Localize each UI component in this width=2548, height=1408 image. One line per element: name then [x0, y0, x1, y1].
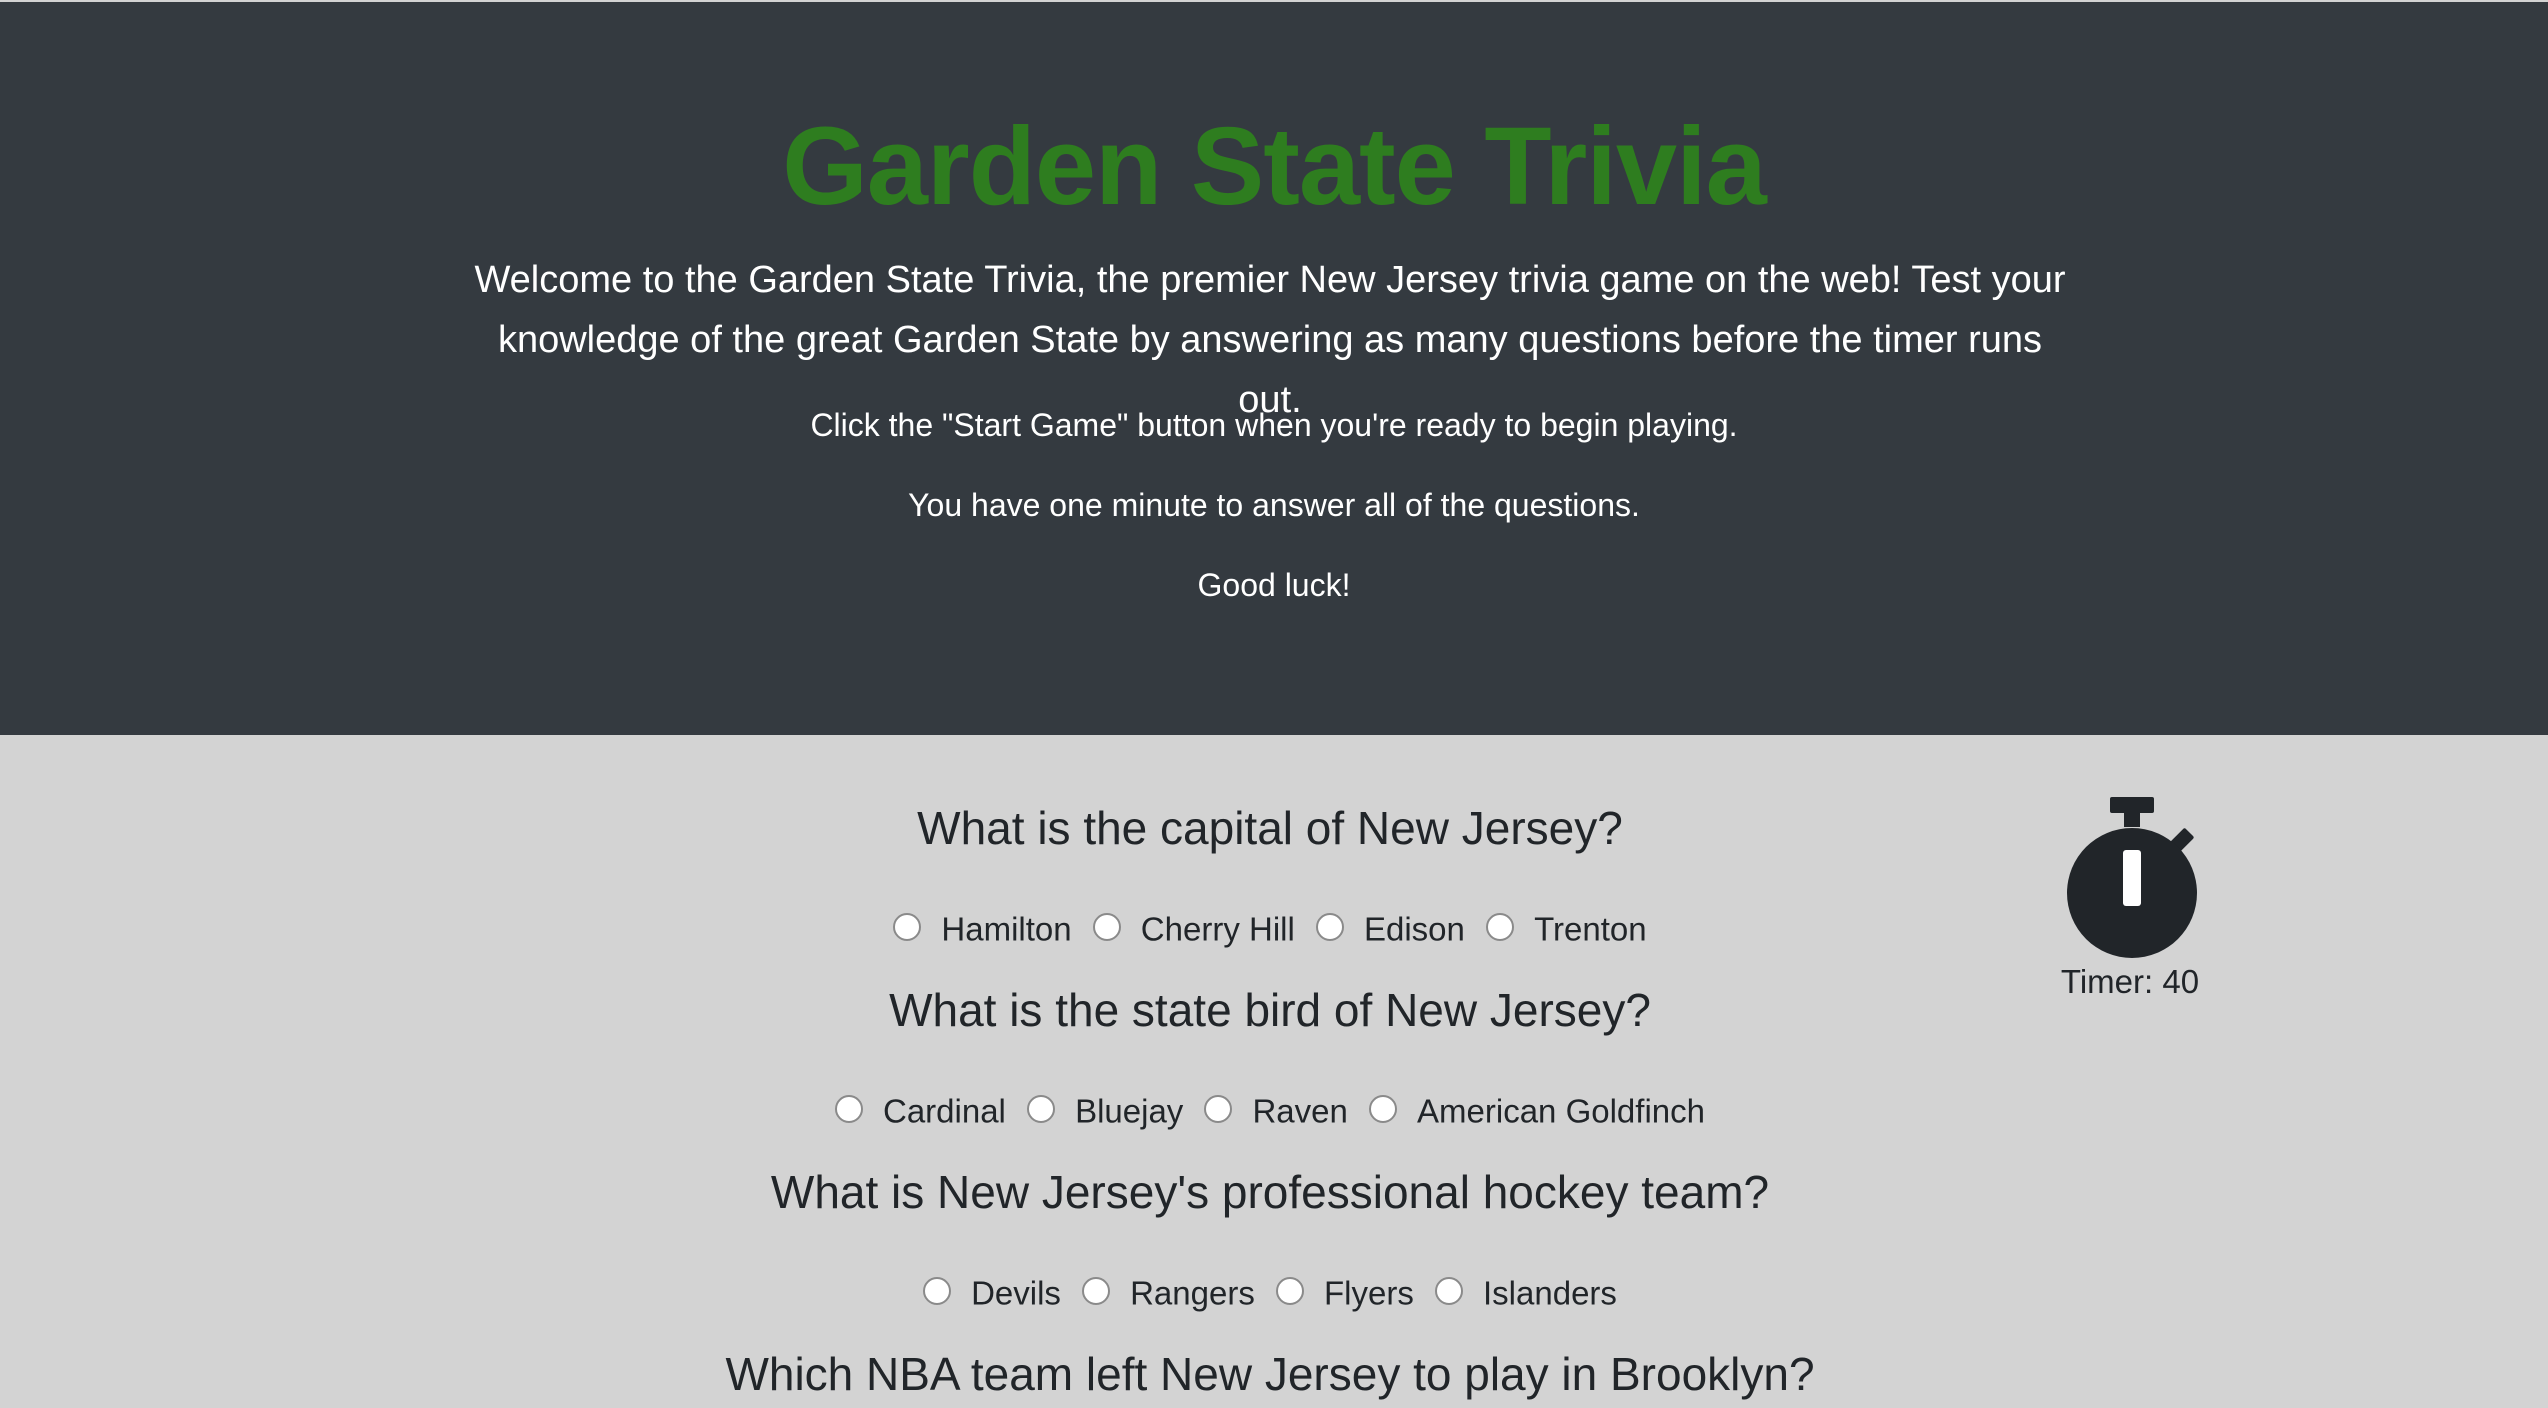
- hero-jumbotron: Garden State Trivia Welcome to the Garde…: [0, 2, 2548, 735]
- answer-option[interactable]: American Goldfinch: [1369, 1087, 1705, 1133]
- question-3-options: Devils Rangers Flyers Islanders: [0, 1269, 2540, 1315]
- radio-button[interactable]: [1092, 913, 1121, 942]
- answer-label: Cardinal: [882, 1092, 1006, 1130]
- question-3-text: What is New Jersey's professional hockey…: [770, 1166, 1770, 1218]
- question-4-text: Which NBA team left New Jersey to play i…: [725, 1348, 1815, 1400]
- page-title: Garden State Trivia: [782, 105, 1767, 228]
- answer-label: Edison: [1363, 910, 1465, 948]
- radio-button[interactable]: [834, 1095, 863, 1124]
- radio-button[interactable]: [1276, 1277, 1304, 1306]
- radio-button[interactable]: [1204, 1095, 1233, 1124]
- radio-button[interactable]: [1027, 1095, 1056, 1124]
- radio-button[interactable]: [1486, 913, 1515, 942]
- answer-label: Cherry Hill: [1140, 910, 1295, 948]
- instruction-good-luck: Good luck!: [1197, 567, 1351, 603]
- answer-label: Devils: [971, 1274, 1061, 1312]
- answer-option[interactable]: Hamilton: [893, 905, 1072, 951]
- instruction-time: You have one minute to answer all of the…: [908, 487, 1640, 523]
- answer-label: Hamilton: [941, 910, 1072, 948]
- timer-widget: Timer: 40: [2050, 795, 2210, 1002]
- answer-option[interactable]: Flyers: [1276, 1269, 1414, 1315]
- radio-button[interactable]: [1435, 1277, 1464, 1306]
- answer-label: American Goldfinch: [1417, 1092, 1705, 1130]
- radio-button[interactable]: [923, 1277, 952, 1306]
- stopwatch-icon: [2067, 797, 2197, 958]
- radio-button[interactable]: [1315, 913, 1344, 942]
- answer-option[interactable]: Cherry Hill: [1092, 905, 1295, 951]
- question-2-options: Cardinal Bluejay Raven American Goldfinc…: [0, 1087, 2540, 1133]
- answer-option[interactable]: Islanders: [1435, 1269, 1617, 1315]
- answer-label: Flyers: [1324, 1274, 1414, 1312]
- answer-label: Trenton: [1534, 910, 1647, 948]
- answer-option[interactable]: Bluejay: [1027, 1087, 1183, 1133]
- answer-label: Bluejay: [1075, 1092, 1184, 1130]
- answer-option[interactable]: Devils: [923, 1269, 1061, 1315]
- timer-label: Timer: 40: [2060, 963, 2200, 1000]
- answer-option[interactable]: Edison: [1315, 905, 1465, 951]
- radio-button[interactable]: [1369, 1095, 1398, 1124]
- radio-button[interactable]: [1082, 1277, 1111, 1306]
- answer-option[interactable]: Cardinal: [834, 1087, 1006, 1133]
- instruction-start: Click the "Start Game" button when you'r…: [810, 407, 1738, 443]
- hero-lead-text: Welcome to the Garden State Trivia, the …: [474, 259, 2066, 421]
- answer-option[interactable]: Raven: [1204, 1087, 1348, 1133]
- radio-button[interactable]: [893, 913, 922, 942]
- answer-option[interactable]: Rangers: [1082, 1269, 1255, 1315]
- answer-label: Raven: [1252, 1092, 1348, 1130]
- answer-label: Rangers: [1130, 1274, 1255, 1312]
- answer-label: Islanders: [1483, 1274, 1617, 1312]
- answer-option[interactable]: Trenton: [1486, 905, 1647, 951]
